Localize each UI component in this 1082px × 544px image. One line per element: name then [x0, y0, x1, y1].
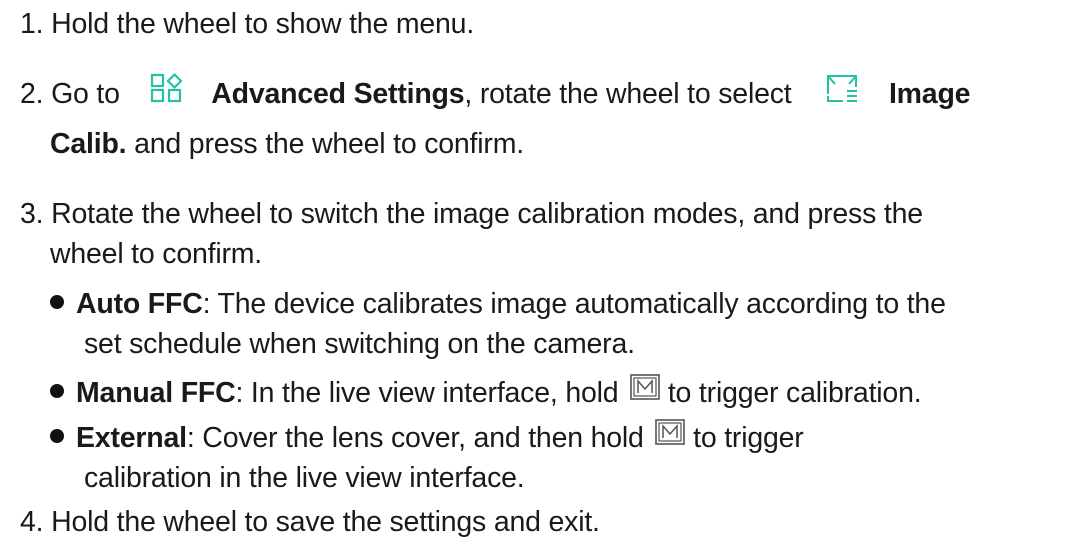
- step-1-text: Hold the wheel to show the menu.: [51, 8, 475, 40]
- auto-ffc-term: Auto FFC: [76, 288, 203, 320]
- manual-ffc-term: Manual FFC: [76, 377, 236, 409]
- step-1-number: 1.: [20, 8, 44, 40]
- auto-ffc-text-2: set schedule when switching on the camer…: [84, 328, 635, 360]
- step-3-number: 3.: [20, 198, 44, 230]
- step-2-middle: , rotate the wheel to select: [464, 78, 792, 111]
- auto-ffc-text: : The device calibrates image automatica…: [202, 288, 946, 320]
- m-key-icon: [655, 418, 686, 454]
- image-calibration-icon: [825, 73, 859, 112]
- bullet-dot-icon: [50, 429, 64, 444]
- bullet-auto-ffc: Auto FFC: The device calibrates image au…: [50, 286, 946, 322]
- step-4-text: Hold the wheel to save the settings and …: [51, 506, 600, 538]
- step-2-continued: Calib. and press the wheel to confirm.: [50, 126, 524, 162]
- bullet-dot-icon: [50, 384, 64, 399]
- step-2-go-to: Go to: [51, 78, 120, 111]
- external-after-key: to trigger: [685, 422, 804, 454]
- bullet-manual-ffc: Manual FFC: In the live view interface, …: [50, 373, 922, 412]
- step-3-continued: wheel to confirm.: [50, 236, 262, 272]
- bullet-dot-icon: [50, 295, 64, 310]
- manual-ffc-text: : In the live view interface, hold: [235, 377, 619, 409]
- step-4: 4. Hold the wheel to save the settings a…: [20, 504, 600, 540]
- external-term: External: [76, 422, 187, 454]
- step-4-number: 4.: [20, 506, 44, 538]
- step-2-end: and press the wheel to confirm.: [126, 128, 524, 160]
- image-label: Image: [888, 78, 971, 111]
- advanced-settings-label: Advanced Settings: [211, 78, 465, 111]
- bullet-external-continued: calibration in the live view interface.: [84, 460, 525, 496]
- calib-label: Calib.: [50, 128, 127, 160]
- step-2-number: 2.: [20, 78, 44, 111]
- step-2: 2. Go to Advanced Settings, rotate the w…: [20, 72, 971, 115]
- external-text: : Cover the lens cover, and then hold: [186, 422, 644, 454]
- step-1: 1. Hold the wheel to show the menu.: [20, 6, 474, 42]
- manual-ffc-after-key: to trigger calibration.: [660, 377, 922, 409]
- step-3: 3. Rotate the wheel to switch the image …: [20, 196, 923, 232]
- step-3-line-2: wheel to confirm.: [50, 238, 263, 270]
- external-text-2: calibration in the live view interface.: [84, 462, 525, 494]
- m-key-icon: [630, 373, 660, 409]
- advanced-settings-icon: [150, 72, 184, 112]
- bullet-external: External: Cover the lens cover, and then…: [50, 418, 804, 457]
- bullet-auto-ffc-continued: set schedule when switching on the camer…: [84, 326, 635, 362]
- step-3-line-1: Rotate the wheel to switch the image cal…: [51, 198, 923, 230]
